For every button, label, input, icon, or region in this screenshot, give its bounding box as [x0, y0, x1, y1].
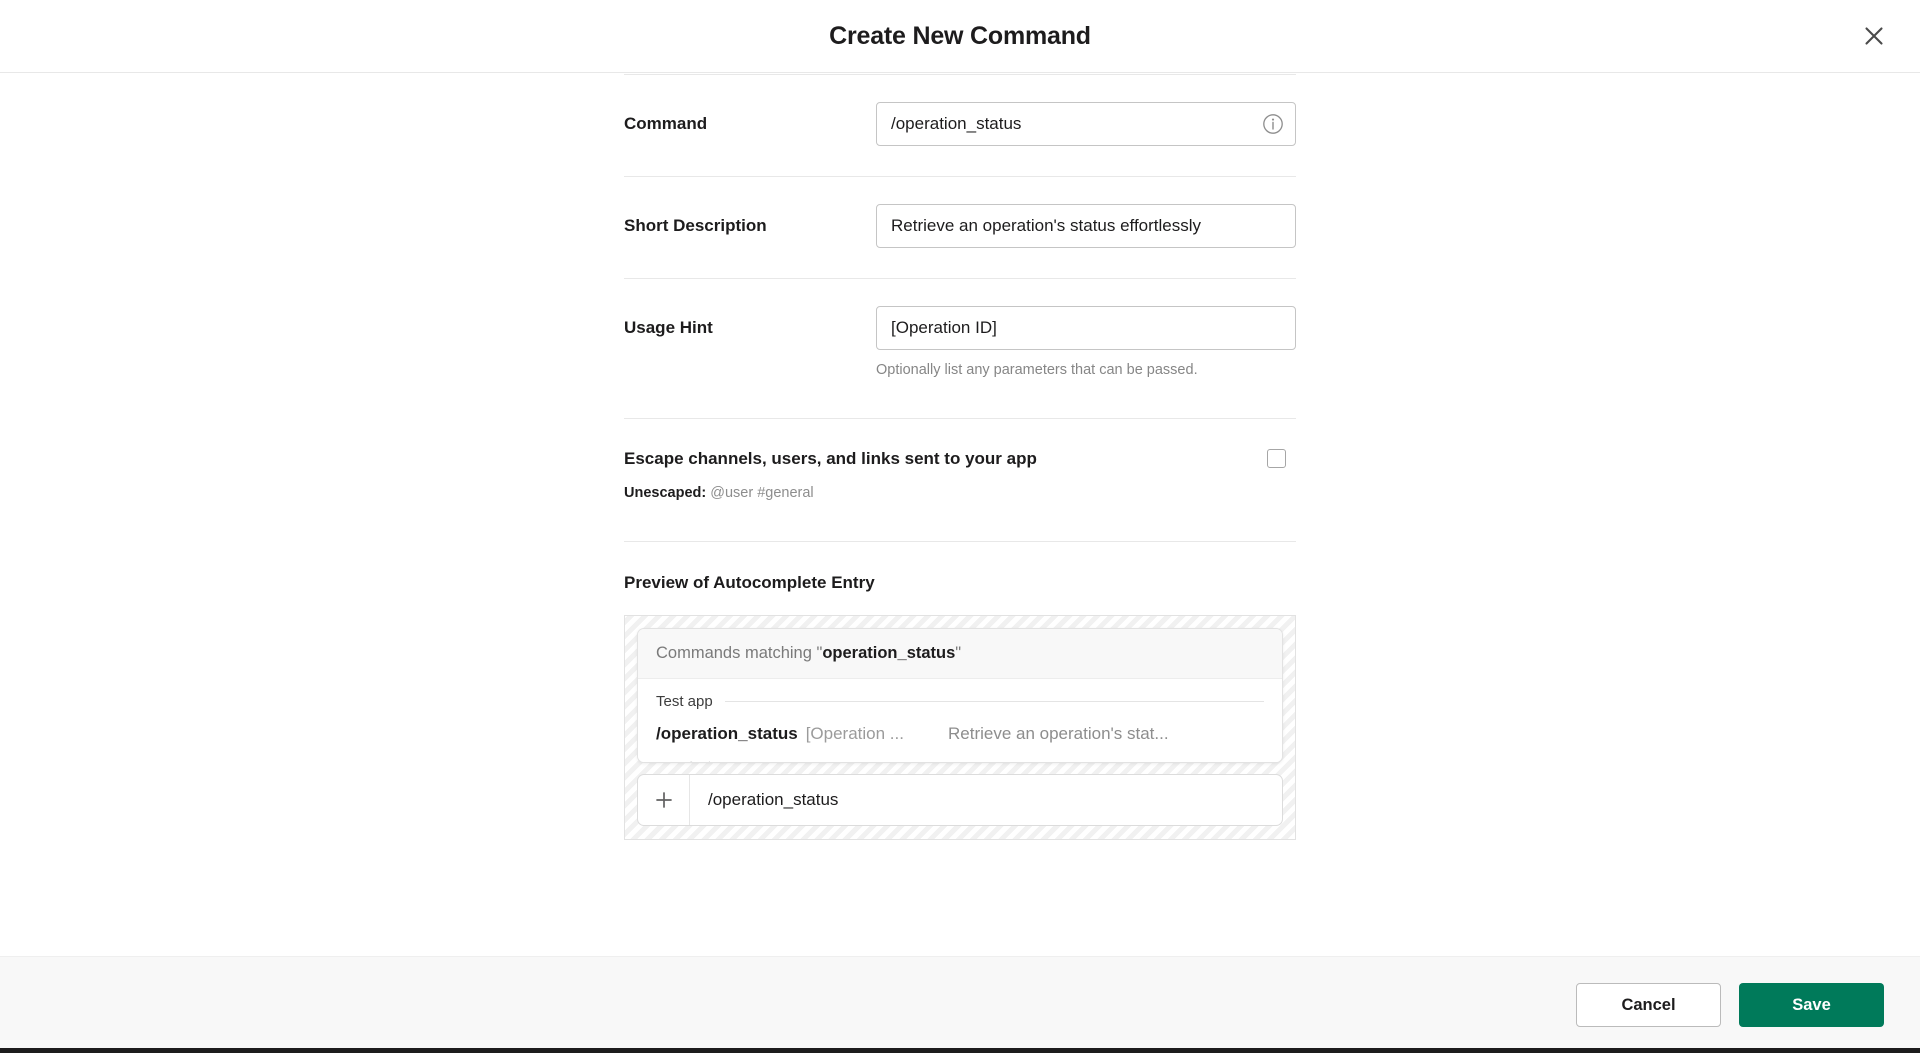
cancel-button[interactable]: Cancel — [1576, 983, 1721, 1027]
close-icon — [1861, 23, 1887, 49]
command-label: Command — [624, 114, 708, 133]
escape-subtext-label: Unescaped: — [624, 484, 707, 501]
field-row-command: Command — [624, 75, 1296, 148]
preview-gap — [637, 763, 1283, 774]
escape-title: Escape channels, users, and links sent t… — [624, 448, 1037, 468]
escape-subtext: Unescaped: @user #general — [624, 484, 1296, 503]
short-description-label: Short Description — [624, 216, 767, 235]
escape-section: Escape channels, users, and links sent t… — [624, 419, 1296, 503]
page-title: Create New Command — [829, 21, 1091, 50]
autocomplete-header: Commands matching "operation_status" — [638, 628, 1282, 680]
autocomplete-group-rule — [724, 701, 1264, 703]
command-control — [876, 102, 1296, 146]
spacer-after-command — [624, 148, 1296, 176]
spacer-after-short-description — [624, 250, 1296, 278]
autocomplete-item[interactable]: /operation_status [Operation ... Retriev… — [638, 710, 1282, 750]
create-command-dialog: Create New Command Command /operation_st… — [0, 0, 1920, 1053]
autocomplete-group-label: Test app — [656, 693, 713, 711]
plus-icon[interactable] — [638, 775, 690, 826]
field-row-short-description: Short Description — [624, 177, 1296, 250]
preview-frame: Commands matching "operation_status" Tes… — [624, 614, 1296, 841]
autocomplete-panel: Commands matching "operation_status" Tes… — [637, 627, 1283, 764]
autocomplete-header-suffix: " — [955, 643, 962, 662]
autocomplete-item-command: /operation_status — [656, 724, 798, 744]
bottom-strip — [0, 1048, 1920, 1053]
escape-checkbox[interactable] — [1267, 449, 1286, 469]
autocomplete-header-term: operation_status — [822, 643, 956, 662]
message-composer-text[interactable]: /operation_status — [690, 775, 1282, 825]
short-description-control — [876, 204, 1296, 248]
usage-hint-help-text: Optionally list any parameters that can … — [876, 362, 1198, 378]
short-description-input[interactable] — [876, 204, 1296, 248]
autocomplete-group: Test app — [638, 693, 1282, 710]
autocomplete-header-prefix: Commands matching " — [656, 643, 823, 662]
info-circle-icon[interactable] — [1262, 113, 1284, 135]
usage-hint-input[interactable] — [876, 306, 1296, 350]
save-button[interactable]: Save — [1739, 983, 1884, 1027]
autocomplete-item-hint: [Operation ... — [805, 724, 904, 744]
escape-row: Escape channels, users, and links sent t… — [624, 449, 1296, 469]
escape-subtext-value: @user #general — [710, 484, 814, 501]
message-composer: /operation_status — [637, 774, 1283, 827]
usage-hint-label: Usage Hint — [624, 318, 713, 337]
preview-title: Preview of Autocomplete Entry — [624, 572, 875, 592]
dialog-footer: Cancel Save — [0, 956, 1920, 1053]
field-row-usage-hint: Usage Hint Optionally list any parameter… — [624, 279, 1296, 380]
dialog-header: Create New Command — [0, 0, 1920, 73]
spacer-after-escape — [624, 503, 1296, 541]
form-content-column: Command Short Description — [624, 73, 1296, 841]
command-input[interactable] — [876, 102, 1296, 146]
usage-hint-control: Optionally list any parameters that can … — [876, 306, 1296, 380]
autocomplete-body: Test app /operation_status [Operation ..… — [638, 679, 1282, 763]
autocomplete-item-description: Retrieve an operation's stat... — [947, 724, 1169, 744]
preview-section: Preview of Autocomplete Entry Commands m… — [624, 542, 1296, 841]
dialog-body: Command Short Description — [0, 73, 1920, 956]
spacer-after-usage-hint — [624, 380, 1296, 418]
close-button[interactable] — [1852, 14, 1896, 58]
